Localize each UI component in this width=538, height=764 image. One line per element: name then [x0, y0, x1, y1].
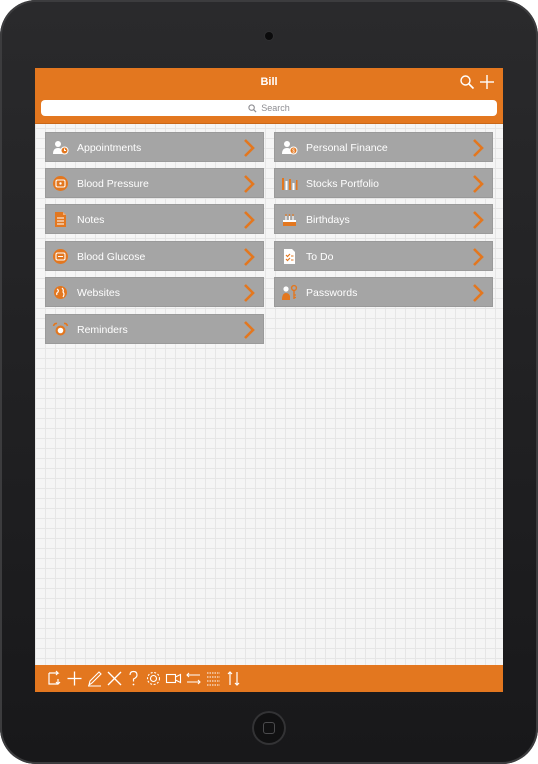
chevron-right-icon	[473, 211, 484, 229]
tile-label: Passwords	[306, 287, 358, 299]
chevron-right-icon	[244, 211, 255, 229]
nav-bar: Bill	[35, 68, 503, 97]
globe-icon	[52, 284, 69, 301]
chevron-right-icon	[244, 321, 255, 339]
add-icon[interactable]	[66, 670, 83, 687]
heart-monitor-icon	[52, 175, 69, 192]
add-icon[interactable]	[479, 74, 495, 90]
settings-icon[interactable]	[145, 670, 162, 687]
ipad-device: Bill Search Appointments $ Personal Fina…	[0, 0, 538, 764]
delete-icon[interactable]	[106, 670, 123, 687]
tile-personal-finance[interactable]: $ Personal Finance	[274, 132, 493, 162]
reorder-icon[interactable]	[185, 670, 202, 687]
front-camera	[265, 32, 273, 40]
chevron-right-icon	[244, 175, 255, 193]
tile-birthdays[interactable]: Birthdays	[274, 204, 493, 234]
search-input[interactable]: Search	[41, 100, 497, 116]
tile-blood-glucose[interactable]: Blood Glucose	[45, 241, 264, 271]
tile-label: Stocks Portfolio	[306, 178, 379, 190]
bottom-toolbar	[35, 665, 503, 692]
tile-reminders[interactable]: Reminders	[45, 314, 264, 344]
svg-text:$: $	[292, 149, 295, 155]
tile-label: Birthdays	[306, 214, 350, 226]
checklist-icon	[281, 248, 298, 265]
document-icon	[52, 211, 69, 228]
chevron-right-icon	[244, 284, 255, 302]
person-money-icon: $	[281, 139, 298, 156]
app-screen: Bill Search Appointments $ Personal Fina…	[35, 68, 503, 692]
tile-notes[interactable]: Notes	[45, 204, 264, 234]
chevron-right-icon	[473, 175, 484, 193]
person-clock-icon	[52, 139, 69, 156]
alarm-clock-icon	[52, 321, 69, 338]
cake-icon	[281, 211, 298, 228]
search-icon[interactable]	[459, 74, 475, 90]
search-field-icon	[248, 103, 257, 113]
tile-label: Blood Pressure	[77, 178, 149, 190]
tile-passwords[interactable]: Passwords	[274, 277, 493, 307]
chevron-right-icon	[244, 248, 255, 266]
tile-label: To Do	[306, 251, 334, 263]
grid-icon[interactable]	[205, 670, 222, 687]
tile-blood-pressure[interactable]: Blood Pressure	[45, 168, 264, 198]
search-bar: Search	[35, 97, 503, 124]
home-square-icon	[263, 722, 275, 734]
sort-icon[interactable]	[225, 670, 242, 687]
tile-label: Appointments	[77, 142, 142, 154]
tile-stocks-portfolio[interactable]: Stocks Portfolio	[274, 168, 493, 198]
tile-label: Reminders	[77, 324, 128, 336]
tile-label: Websites	[77, 287, 120, 299]
bar-chart-icon	[281, 175, 298, 192]
tile-websites[interactable]: Websites	[45, 277, 264, 307]
tile-label: Personal Finance	[306, 142, 388, 154]
chevron-right-icon	[473, 248, 484, 266]
person-key-icon	[281, 284, 298, 301]
chevron-right-icon	[473, 284, 484, 302]
tile-to-do[interactable]: To Do	[274, 241, 493, 271]
tile-appointments[interactable]: Appointments	[45, 132, 264, 162]
help-icon[interactable]	[125, 670, 142, 687]
video-icon[interactable]	[165, 670, 182, 687]
search-placeholder: Search	[261, 103, 290, 113]
tile-label: Notes	[77, 214, 105, 226]
home-button[interactable]	[252, 711, 286, 745]
glucose-meter-icon	[52, 248, 69, 265]
sync-icon[interactable]	[45, 670, 62, 687]
page-title: Bill	[260, 76, 278, 88]
chevron-right-icon	[244, 139, 255, 157]
edit-icon[interactable]	[86, 670, 103, 687]
tile-label: Blood Glucose	[77, 251, 146, 263]
chevron-right-icon	[473, 139, 484, 157]
